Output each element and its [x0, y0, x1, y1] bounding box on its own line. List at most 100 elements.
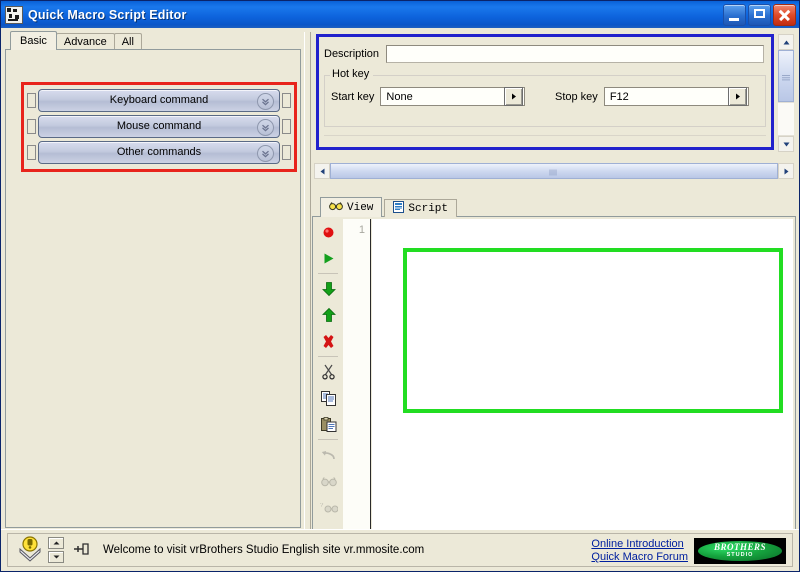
- start-key-value: None: [386, 90, 413, 103]
- document-icon: [393, 200, 405, 217]
- window-title: Quick Macro Script Editor: [28, 7, 187, 22]
- group-border-right: [373, 75, 766, 76]
- properties-divider: [324, 135, 766, 136]
- properties-body: Description Hot key Start key None Stop …: [316, 34, 774, 150]
- lightbulb-icon[interactable]: [16, 535, 44, 565]
- mouse-command-button[interactable]: Mouse command: [38, 114, 280, 138]
- brothers-studio-logo: BROTHERS STUDIO: [694, 538, 786, 564]
- scroll-right-arrow-icon[interactable]: [778, 163, 794, 179]
- tab-advance[interactable]: Advance: [55, 33, 115, 50]
- online-introduction-link[interactable]: Online Introduction: [591, 538, 688, 551]
- editor-panel: View Script ? 1: [312, 197, 796, 548]
- chevron-down-circle-icon[interactable]: [257, 118, 274, 136]
- properties-vscroll-thumb[interactable]: [778, 50, 794, 102]
- spinner-down-arrow-icon[interactable]: [48, 551, 64, 563]
- drag-handle-left-icon[interactable]: [27, 92, 36, 108]
- command-tabs: Basic Advance All: [10, 31, 142, 50]
- editor-body: ? 1: [312, 216, 796, 548]
- vertical-splitter[interactable]: [304, 32, 311, 529]
- client-area: Basic Advance All Keyboard command Mouse…: [1, 28, 799, 571]
- minimize-button[interactable]: [723, 4, 746, 26]
- find-button[interactable]: [315, 468, 342, 494]
- pushpin-icon[interactable]: [71, 540, 93, 560]
- chevron-down-circle-icon[interactable]: [257, 92, 274, 110]
- application-window: Quick Macro Script Editor Basic Advance …: [0, 0, 800, 572]
- drag-handle-right-icon[interactable]: [282, 118, 291, 134]
- editor-toolbar: ?: [315, 219, 342, 529]
- status-bar: Welcome to visit vrBrothers Studio Engli…: [1, 529, 799, 571]
- command-row: Keyboard command: [27, 88, 291, 112]
- paste-button[interactable]: [315, 411, 342, 437]
- app-icon: [5, 5, 23, 24]
- logo-primary-text: BROTHERS: [713, 542, 766, 552]
- stop-key-label: Stop key: [555, 90, 598, 103]
- mouse-command-label: Mouse command: [116, 120, 202, 132]
- start-key-label: Start key: [331, 90, 375, 103]
- close-button[interactable]: [773, 4, 796, 26]
- record-button[interactable]: [315, 219, 342, 245]
- play-button[interactable]: [315, 245, 342, 271]
- toolbar-separator: [318, 439, 338, 440]
- toolbar-separator: [318, 356, 338, 357]
- properties-vscrollbar[interactable]: [778, 34, 794, 152]
- tab-view-label: View: [347, 201, 374, 214]
- line-number-gutter: 1: [343, 219, 371, 529]
- drag-handle-right-icon[interactable]: [282, 144, 291, 160]
- stop-key-field: Stop key F12: [555, 87, 749, 106]
- maximize-button[interactable]: [748, 4, 771, 26]
- command-row: Mouse command: [27, 114, 291, 138]
- tab-script-label: Script: [408, 202, 449, 215]
- tab-basic[interactable]: Basic: [10, 31, 57, 50]
- start-key-combo[interactable]: None: [380, 87, 526, 106]
- tip-spinner[interactable]: [48, 537, 64, 563]
- window-controls: [723, 4, 796, 26]
- drag-handle-left-icon[interactable]: [27, 144, 36, 160]
- tab-script[interactable]: Script: [384, 199, 458, 217]
- line-number: 1: [358, 224, 365, 236]
- start-key-dropdown-icon[interactable]: [504, 87, 524, 106]
- spinner-up-arrow-icon[interactable]: [48, 537, 64, 549]
- tab-view[interactable]: View: [320, 197, 383, 217]
- stop-key-value: F12: [609, 90, 629, 103]
- copy-button[interactable]: [315, 385, 342, 411]
- status-bar-inner: Welcome to visit vrBrothers Studio Engli…: [7, 533, 793, 567]
- keyboard-command-button[interactable]: Keyboard command: [38, 88, 280, 112]
- keyboard-command-label: Keyboard command: [109, 94, 209, 106]
- move-down-button[interactable]: [315, 276, 342, 302]
- undo-button[interactable]: [315, 442, 342, 468]
- title-bar: Quick Macro Script Editor: [1, 1, 799, 28]
- stop-key-dropdown-icon[interactable]: [727, 87, 747, 106]
- description-input[interactable]: [386, 45, 764, 63]
- drag-handle-left-icon[interactable]: [27, 118, 36, 134]
- logo-secondary-text: STUDIO: [726, 552, 754, 558]
- description-label: Description: [324, 48, 380, 60]
- scroll-grip-icon: [549, 168, 559, 176]
- tab-all[interactable]: All: [113, 33, 142, 50]
- find-replace-button[interactable]: ?: [315, 494, 342, 520]
- scroll-up-arrow-icon[interactable]: [778, 34, 794, 50]
- chevron-down-circle-icon[interactable]: [257, 144, 274, 162]
- delete-button[interactable]: [315, 328, 342, 354]
- scroll-grip-icon: [781, 73, 791, 81]
- command-panel: Basic Advance All Keyboard command Mouse…: [5, 31, 303, 529]
- binoculars-icon: [329, 201, 343, 215]
- status-links: Online Introduction Quick Macro Forum: [591, 538, 688, 564]
- properties-hscroll-thumb[interactable]: [330, 163, 778, 179]
- hotkey-group-label: Hot key: [330, 68, 372, 80]
- cut-button[interactable]: [315, 359, 342, 385]
- other-commands-button[interactable]: Other commands: [38, 140, 280, 164]
- start-key-field: Start key None: [331, 87, 526, 106]
- command-row: Other commands: [27, 140, 291, 164]
- move-up-button[interactable]: [315, 302, 342, 328]
- properties-vscroll-track[interactable]: [778, 102, 794, 136]
- scroll-left-arrow-icon[interactable]: [314, 163, 330, 179]
- script-canvas[interactable]: [372, 219, 793, 529]
- properties-panel: Description Hot key Start key None Stop …: [312, 32, 796, 182]
- stop-key-combo[interactable]: F12: [603, 87, 749, 106]
- quick-macro-forum-link[interactable]: Quick Macro Forum: [591, 551, 688, 564]
- svg-text:?: ?: [320, 503, 324, 509]
- drag-handle-right-icon[interactable]: [282, 92, 291, 108]
- status-message: Welcome to visit vrBrothers Studio Engli…: [103, 544, 425, 556]
- properties-hscrollbar[interactable]: [314, 163, 794, 179]
- scroll-down-arrow-icon[interactable]: [778, 136, 794, 152]
